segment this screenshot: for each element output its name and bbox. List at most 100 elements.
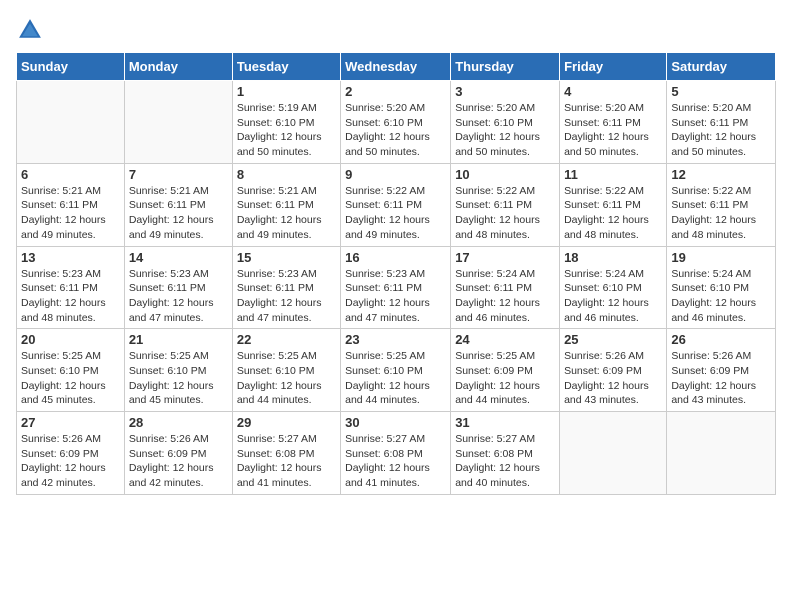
- day-number: 12: [671, 167, 771, 182]
- day-info: Sunrise: 5:25 AMSunset: 6:10 PMDaylight:…: [345, 349, 446, 408]
- day-cell: 18Sunrise: 5:24 AMSunset: 6:10 PMDayligh…: [560, 246, 667, 329]
- day-cell: 25 Sunrise: 5:26 AMSunset: 6:09 PMDayligh…: [560, 329, 667, 412]
- day-info: Sunrise: 5:27 AMSunset: 6:08 PMDaylight:…: [345, 432, 446, 491]
- week-row-2: 13 Sunrise: 5:23 AMSunset: 6:11 PMDayligh…: [17, 246, 776, 329]
- day-info: Sunrise: 5:24 AMSunset: 6:11 PMDaylight:…: [455, 267, 555, 326]
- day-cell: 9 Sunrise: 5:22 AMSunset: 6:11 PMDaylight…: [341, 163, 451, 246]
- day-cell: 4 Sunrise: 5:20 AMSunset: 6:11 PMDaylight…: [560, 81, 667, 164]
- day-info: Sunrise: 5:27 AMSunset: 6:08 PMDaylight:…: [237, 432, 336, 491]
- day-info: Sunrise: 5:25 AMSunset: 6:09 PMDaylight:…: [455, 349, 555, 408]
- header-sunday: Sunday: [17, 53, 125, 81]
- day-cell: 22 Sunrise: 5:25 AMSunset: 6:10 PMDayligh…: [232, 329, 340, 412]
- day-info: Sunrise: 5:26 AMSunset: 6:09 PMDaylight:…: [671, 349, 771, 408]
- day-number: 5: [671, 84, 771, 99]
- header-saturday: Saturday: [667, 53, 776, 81]
- calendar-table: SundayMondayTuesdayWednesdayThursdayFrid…: [16, 52, 776, 495]
- day-info: Sunrise: 5:23 AMSunset: 6:11 PMDaylight:…: [129, 267, 228, 326]
- day-info: Sunrise: 5:24 AMSunset: 6:10 PMDaylight:…: [671, 267, 771, 326]
- day-number: 13: [21, 250, 120, 265]
- day-cell: 14 Sunrise: 5:23 AMSunset: 6:11 PMDayligh…: [124, 246, 232, 329]
- day-number: 9: [345, 167, 446, 182]
- day-info: Sunrise: 5:22 AMSunset: 6:11 PMDaylight:…: [345, 184, 446, 243]
- day-cell: 28 Sunrise: 5:26 AMSunset: 6:09 PMDayligh…: [124, 412, 232, 495]
- logo: [16, 16, 48, 44]
- day-cell: 29 Sunrise: 5:27 AMSunset: 6:08 PMDayligh…: [232, 412, 340, 495]
- day-number: 2: [345, 84, 446, 99]
- day-number: 3: [455, 84, 555, 99]
- day-info: Sunrise: 5:19 AMSunset: 6:10 PMDaylight:…: [237, 101, 336, 160]
- day-number: 25: [564, 332, 662, 347]
- day-info: Sunrise: 5:22 AMSunset: 6:11 PMDaylight:…: [455, 184, 555, 243]
- day-info: Sunrise: 5:25 AMSunset: 6:10 PMDaylight:…: [21, 349, 120, 408]
- day-cell: 12 Sunrise: 5:22 AMSunset: 6:11 PMDayligh…: [667, 163, 776, 246]
- day-info: Sunrise: 5:21 AMSunset: 6:11 PMDaylight:…: [237, 184, 336, 243]
- week-row-3: 20 Sunrise: 5:25 AMSunset: 6:10 PMDayligh…: [17, 329, 776, 412]
- day-number: 14: [129, 250, 228, 265]
- day-info: Sunrise: 5:23 AMSunset: 6:11 PMDaylight:…: [345, 267, 446, 326]
- day-number: 19: [671, 250, 771, 265]
- day-cell: 5Sunrise: 5:20 AMSunset: 6:11 PMDaylight…: [667, 81, 776, 164]
- day-cell: 19 Sunrise: 5:24 AMSunset: 6:10 PMDayligh…: [667, 246, 776, 329]
- day-info: Sunrise: 5:21 AMSunset: 6:11 PMDaylight:…: [21, 184, 120, 243]
- day-cell: 7Sunrise: 5:21 AMSunset: 6:11 PMDaylight…: [124, 163, 232, 246]
- header-friday: Friday: [560, 53, 667, 81]
- day-cell: 13 Sunrise: 5:23 AMSunset: 6:11 PMDayligh…: [17, 246, 125, 329]
- day-cell: 10 Sunrise: 5:22 AMSunset: 6:11 PMDayligh…: [451, 163, 560, 246]
- day-cell: 8 Sunrise: 5:21 AMSunset: 6:11 PMDaylight…: [232, 163, 340, 246]
- day-cell: [17, 81, 125, 164]
- day-number: 1: [237, 84, 336, 99]
- day-info: Sunrise: 5:27 AMSunset: 6:08 PMDaylight:…: [455, 432, 555, 491]
- day-number: 16: [345, 250, 446, 265]
- day-number: 20: [21, 332, 120, 347]
- day-number: 11: [564, 167, 662, 182]
- day-cell: 6 Sunrise: 5:21 AMSunset: 6:11 PMDaylight…: [17, 163, 125, 246]
- week-row-4: 27 Sunrise: 5:26 AMSunset: 6:09 PMDayligh…: [17, 412, 776, 495]
- week-row-0: 1 Sunrise: 5:19 AMSunset: 6:10 PMDaylight…: [17, 81, 776, 164]
- page-header: [16, 16, 776, 44]
- day-cell: 30Sunrise: 5:27 AMSunset: 6:08 PMDayligh…: [341, 412, 451, 495]
- calendar-body: 1 Sunrise: 5:19 AMSunset: 6:10 PMDaylight…: [17, 81, 776, 495]
- day-cell: 26 Sunrise: 5:26 AMSunset: 6:09 PMDayligh…: [667, 329, 776, 412]
- calendar-header: SundayMondayTuesdayWednesdayThursdayFrid…: [17, 53, 776, 81]
- day-cell: 17 Sunrise: 5:24 AMSunset: 6:11 PMDayligh…: [451, 246, 560, 329]
- day-cell: 11 Sunrise: 5:22 AMSunset: 6:11 PMDayligh…: [560, 163, 667, 246]
- day-cell: 15Sunrise: 5:23 AMSunset: 6:11 PMDayligh…: [232, 246, 340, 329]
- day-info: Sunrise: 5:26 AMSunset: 6:09 PMDaylight:…: [564, 349, 662, 408]
- day-info: Sunrise: 5:25 AMSunset: 6:10 PMDaylight:…: [237, 349, 336, 408]
- day-cell: 3Sunrise: 5:20 AMSunset: 6:10 PMDaylight…: [451, 81, 560, 164]
- day-info: Sunrise: 5:20 AMSunset: 6:11 PMDaylight:…: [564, 101, 662, 160]
- day-number: 27: [21, 415, 120, 430]
- day-cell: 27Sunrise: 5:26 AMSunset: 6:09 PMDayligh…: [17, 412, 125, 495]
- day-number: 10: [455, 167, 555, 182]
- day-cell: 16 Sunrise: 5:23 AMSunset: 6:11 PMDayligh…: [341, 246, 451, 329]
- day-info: Sunrise: 5:22 AMSunset: 6:11 PMDaylight:…: [671, 184, 771, 243]
- day-cell: 2Sunrise: 5:20 AMSunset: 6:10 PMDaylight…: [341, 81, 451, 164]
- day-number: 22: [237, 332, 336, 347]
- day-info: Sunrise: 5:25 AMSunset: 6:10 PMDaylight:…: [129, 349, 228, 408]
- day-number: 31: [455, 415, 555, 430]
- day-cell: 1 Sunrise: 5:19 AMSunset: 6:10 PMDaylight…: [232, 81, 340, 164]
- day-number: 26: [671, 332, 771, 347]
- day-info: Sunrise: 5:24 AMSunset: 6:10 PMDaylight:…: [564, 267, 662, 326]
- day-cell: 23 Sunrise: 5:25 AMSunset: 6:10 PMDayligh…: [341, 329, 451, 412]
- day-cell: 20 Sunrise: 5:25 AMSunset: 6:10 PMDayligh…: [17, 329, 125, 412]
- day-number: 17: [455, 250, 555, 265]
- day-number: 6: [21, 167, 120, 182]
- header-monday: Monday: [124, 53, 232, 81]
- day-number: 8: [237, 167, 336, 182]
- logo-icon: [16, 16, 44, 44]
- day-number: 28: [129, 415, 228, 430]
- day-cell: 24Sunrise: 5:25 AMSunset: 6:09 PMDayligh…: [451, 329, 560, 412]
- day-number: 29: [237, 415, 336, 430]
- day-info: Sunrise: 5:22 AMSunset: 6:11 PMDaylight:…: [564, 184, 662, 243]
- day-info: Sunrise: 5:23 AMSunset: 6:11 PMDaylight:…: [21, 267, 120, 326]
- day-number: 4: [564, 84, 662, 99]
- day-number: 7: [129, 167, 228, 182]
- day-number: 21: [129, 332, 228, 347]
- week-row-1: 6 Sunrise: 5:21 AMSunset: 6:11 PMDaylight…: [17, 163, 776, 246]
- day-number: 23: [345, 332, 446, 347]
- day-cell: 21 Sunrise: 5:25 AMSunset: 6:10 PMDayligh…: [124, 329, 232, 412]
- day-info: Sunrise: 5:26 AMSunset: 6:09 PMDaylight:…: [129, 432, 228, 491]
- day-number: 15: [237, 250, 336, 265]
- header-row: SundayMondayTuesdayWednesdayThursdayFrid…: [17, 53, 776, 81]
